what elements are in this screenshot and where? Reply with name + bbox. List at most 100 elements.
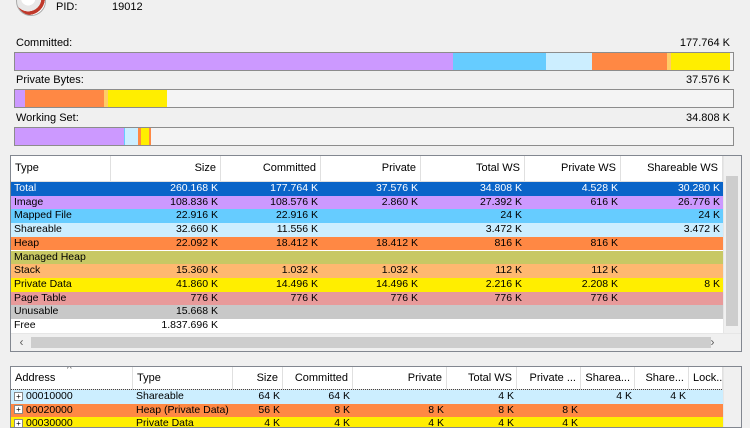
details-vertical-scrollbar[interactable] xyxy=(723,367,741,427)
details-column-header-address[interactable]: Address xyxy=(11,367,133,389)
summary-cell: 34.808 K xyxy=(479,182,522,194)
details-column-header-committed[interactable]: Committed xyxy=(283,367,353,389)
summary-cell xyxy=(111,251,221,265)
summary-row-page-table[interactable]: Page Table 776 K 776 K 776 K 776 K 776 K xyxy=(11,291,723,306)
details-row[interactable]: +00010000 Shareable 64 K 64 K4 K4 K4 K xyxy=(11,389,724,405)
details-cell: 4 K xyxy=(264,417,280,428)
address-text: 00020000 xyxy=(26,403,73,416)
sort-indicator-icon: ^ xyxy=(67,366,72,375)
details-cell: 8 K xyxy=(334,403,350,416)
summary-cell: Mapped File xyxy=(14,209,72,222)
summary-cell: 2.208 K xyxy=(581,277,618,290)
details-row[interactable]: +00020000 Heap (Private Data) 56 K8 K8 K8 … xyxy=(11,403,723,418)
details-cell: 4 K xyxy=(498,417,514,428)
memory-type-summary-table[interactable]: Type Size Committed Private Total WS Private … xyxy=(10,155,742,352)
private-bytes-bar-segment xyxy=(25,90,105,107)
details-cell xyxy=(581,404,635,418)
details-table-header: Address Type Size Committed Private Total WS P… xyxy=(11,367,723,390)
details-cell: 4 K xyxy=(498,390,514,402)
private-bytes-label: Private Bytes: xyxy=(16,74,84,86)
expand-plus-icon[interactable]: + xyxy=(14,391,23,401)
details-column-header-private[interactable]: Private xyxy=(353,367,447,389)
scroll-thumb[interactable] xyxy=(31,337,711,348)
details-cell: 8 K xyxy=(498,403,514,416)
summary-row-mapped-file[interactable]: Mapped File 22.916 K 22.916 K 24 K 24 K xyxy=(11,209,723,224)
summary-cell xyxy=(525,251,621,265)
private-bytes-bar-segment xyxy=(15,90,26,107)
scroll-right-arrow-icon[interactable]: › xyxy=(704,334,721,351)
details-cell xyxy=(353,390,447,404)
summary-cell: 1.032 K xyxy=(281,264,318,277)
details-row[interactable]: +00030000 Private Data 4 K4 K4 K4 K4 K xyxy=(11,417,723,428)
details-column-header-share[interactable]: Share... xyxy=(635,367,689,389)
column-header-type[interactable]: Type xyxy=(11,156,111,181)
details-address-cell: +00030000 xyxy=(11,417,133,428)
column-header-shareable-ws[interactable]: Shareable WS xyxy=(621,156,723,181)
summary-cell: 22.916 K xyxy=(175,209,218,222)
summary-cell xyxy=(221,251,321,265)
summary-cell: 22.092 K xyxy=(175,236,218,249)
summary-row-unusable[interactable]: Unusable 15.668 K xyxy=(11,305,723,319)
summary-cell: Stack xyxy=(14,264,41,277)
committed-bar-segment xyxy=(545,53,593,70)
expand-plus-icon[interactable]: + xyxy=(14,419,23,427)
summary-cell: Managed Heap xyxy=(14,250,86,263)
summary-cell xyxy=(221,305,321,319)
summary-row-shareable[interactable]: Shareable 32.660 K 11.556 K 3.472 K 3.472 K xyxy=(11,223,723,237)
summary-row-total[interactable]: Total 260.168 K 177.764 K 37.576 K 34.808 K 4… xyxy=(11,182,723,196)
details-column-header-sharea[interactable]: Sharea... xyxy=(581,367,635,389)
summary-row-managed-heap[interactable]: Managed Heap xyxy=(11,250,723,265)
summary-cell: 2.860 K xyxy=(381,195,418,208)
summary-cell: 776 K xyxy=(590,291,618,304)
details-cell xyxy=(689,404,723,418)
pid-label: PID: xyxy=(56,1,78,13)
memory-details-table[interactable]: Address Type Size Committed Private Total WS P… xyxy=(10,366,742,428)
details-cell xyxy=(635,404,689,418)
summary-cell: 112 K xyxy=(495,264,522,277)
summary-cell xyxy=(621,251,723,265)
expand-plus-icon[interactable]: + xyxy=(14,405,23,415)
details-column-header-lock[interactable]: Lock... xyxy=(689,367,723,389)
column-header-total-ws[interactable]: Total WS xyxy=(421,156,525,181)
summary-cell: 22.916 K xyxy=(275,209,318,222)
committed-bar xyxy=(14,52,734,71)
column-header-size[interactable]: Size xyxy=(111,156,221,181)
scroll-left-arrow-icon[interactable]: ‹ xyxy=(13,334,30,351)
details-address-cell: +00010000 xyxy=(11,390,133,404)
summary-cell: 8 K xyxy=(704,277,720,290)
summary-row-heap[interactable]: Heap 22.092 K 18.412 K 18.412 K 816 K 816 K xyxy=(11,236,723,251)
address-text: 00030000 xyxy=(26,417,73,428)
column-header-private-ws[interactable]: Private WS xyxy=(525,156,621,181)
summary-vertical-scrollbar[interactable] xyxy=(723,156,741,334)
summary-row-stack[interactable]: Stack 15.360 K 1.032 K 1.032 K 112 K 112 K xyxy=(11,264,723,278)
details-column-header-type[interactable]: Type xyxy=(133,367,233,389)
summary-cell: 3.472 K xyxy=(485,223,522,236)
summary-cell xyxy=(621,237,723,251)
details-column-header-total-ws[interactable]: Total WS xyxy=(447,367,517,389)
summary-row-image[interactable]: Image 108.836 K 108.576 K 2.860 K 27.392 K 61… xyxy=(11,195,723,210)
summary-cell xyxy=(321,223,421,237)
summary-cell xyxy=(221,319,321,333)
column-header-committed[interactable]: Committed xyxy=(221,156,321,181)
summary-row-free[interactable]: Free 1.837.696 K xyxy=(11,319,723,333)
committed-bar-segment xyxy=(452,53,546,70)
summary-cell: 14.496 K xyxy=(375,277,418,290)
working-set-bar-segment xyxy=(148,128,152,145)
summary-cell: 30.280 K xyxy=(677,182,720,194)
summary-cell: 27.392 K xyxy=(479,195,522,208)
summary-cell: 26.776 K xyxy=(677,195,720,208)
details-cell: 56 K xyxy=(258,403,280,416)
summary-cell: 776 K xyxy=(494,291,522,304)
private-bytes-bar-segment xyxy=(108,90,168,107)
details-cell xyxy=(635,417,689,427)
summary-cell: 776 K xyxy=(190,291,218,304)
column-header-private[interactable]: Private xyxy=(321,156,421,181)
summary-cell: 18.412 K xyxy=(275,236,318,249)
details-column-header-size[interactable]: Size xyxy=(233,367,283,389)
private-bytes-bar xyxy=(14,89,734,108)
summary-row-private-data[interactable]: Private Data 41.860 K 14.496 K 14.496 K 2.21… xyxy=(11,277,723,292)
details-cell: 8 K xyxy=(562,403,578,416)
summary-cell: 24 K xyxy=(500,209,522,222)
details-column-header-private[interactable]: Private ... xyxy=(517,367,581,389)
summary-horizontal-scrollbar[interactable]: ‹ › xyxy=(11,333,741,351)
